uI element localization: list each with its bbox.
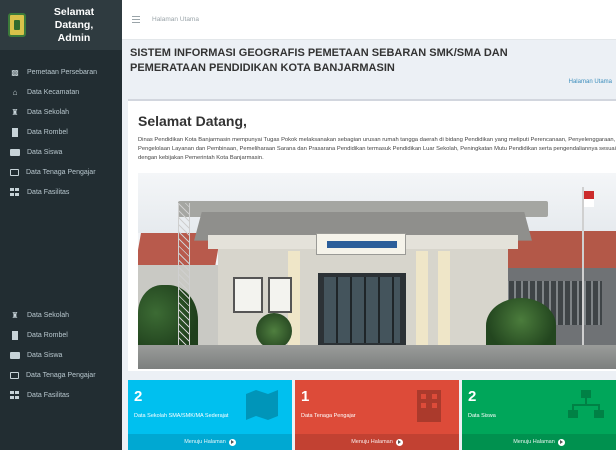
sidebar-item-data-sekolah-2[interactable]: ♜ Data Sekolah [0, 305, 122, 325]
sidebar-item-label: Pemetaan Persebaran [27, 68, 98, 76]
sidebar-menu-top: ▩ Pemetaan Persebaran ⌂ Data Kecamatan ♜… [0, 62, 122, 202]
photo-antenna-tower [178, 203, 190, 353]
building-icon [417, 390, 441, 422]
map-icon [246, 390, 278, 420]
sidebar-item-label: Data Siswa [27, 148, 63, 156]
sidebar-item-label: Data Rombel [27, 128, 68, 136]
sidebar-item-data-tenaga-pengajar-2[interactable]: Data Tenaga Pengajar [0, 365, 122, 385]
sidebar-item-label: Data Tenaga Pengajar [26, 168, 96, 176]
home-icon: ⌂ [12, 87, 18, 97]
sidebar-item-data-tenaga-pengajar[interactable]: Data Tenaga Pengajar [0, 162, 122, 182]
sidebar: Selamat Datang, Admin ▩ Pemetaan Perseba… [0, 0, 122, 450]
photo-plant [256, 313, 292, 349]
photo-flagpole [582, 187, 584, 357]
infobox-count: 1 [301, 388, 310, 405]
office-building-photo [138, 173, 616, 369]
school-icon: ♜ [11, 107, 19, 117]
sidebar-item-data-fasilitas-2[interactable]: Data Fasilitas [0, 385, 122, 405]
photo-office-sign [316, 233, 406, 255]
sidebar-item-data-sekolah[interactable]: ♜ Data Sekolah [0, 102, 122, 122]
sidebar-item-data-fasilitas[interactable]: Data Fasilitas [0, 182, 122, 202]
sidebar-item-label: Data Rombel [27, 331, 68, 339]
page-title-line-2: PEMERATAAN PENDIDIKAN KOTA BANJARMASIN [130, 62, 395, 74]
welcome-heading: Selamat Datang, [138, 113, 247, 129]
sidebar-item-data-siswa-2[interactable]: Data Siswa [0, 345, 122, 365]
teacher-icon [10, 371, 19, 379]
sidebar-item-label: Data Sekolah [27, 108, 70, 116]
brand-greeting: Selamat Datang, Admin [34, 6, 114, 45]
book-icon [12, 127, 18, 137]
photo-window [233, 277, 263, 313]
table-icon [10, 188, 19, 196]
infobox-label: Data Tenaga Pengajar [301, 413, 356, 419]
breadcrumb-home-link[interactable]: Halaman Utama [569, 79, 612, 85]
sidebar-item-data-rombel[interactable]: Data Rombel [0, 122, 122, 142]
infobox-siswa: 2 Data Siswa Menuju Halaman [462, 380, 616, 450]
page-title-line-1: SISTEM INFORMASI GEOGRAFIS PEMETAAN SEBA… [130, 47, 508, 59]
table-icon [10, 391, 19, 399]
infobox-link-label: Menuju Halaman [351, 439, 393, 445]
sidebar-menu-bottom: ♜ Data Sekolah Data Rombel Data Siswa Da… [0, 305, 122, 405]
school-icon: ♜ [11, 310, 19, 320]
photo-column [438, 251, 450, 347]
photo-window [268, 277, 292, 313]
arrow-circle-right-icon [557, 438, 565, 446]
arrow-circle-right-icon [228, 438, 236, 446]
infobox-count: 2 [468, 388, 477, 405]
arrow-circle-right-icon [395, 438, 403, 446]
infobox-link[interactable]: Menuju Halaman [295, 434, 459, 450]
infobox-tenaga-pengajar: 1 Data Tenaga Pengajar Menuju Halaman [295, 380, 459, 450]
sitemap-icon [568, 390, 604, 418]
sidebar-item-pemetaan-persebaran[interactable]: ▩ Pemetaan Persebaran [0, 62, 122, 82]
sidebar-item-label: Data Fasilitas [27, 188, 70, 196]
page-title: SISTEM INFORMASI GEOGRAFIS PEMETAAN SEBA… [130, 46, 530, 76]
book-icon [12, 330, 18, 340]
teacher-icon [10, 168, 19, 176]
photo-entrance-glass [324, 277, 400, 343]
infobox-label: Data Sekolah SMA/SMK/MA Sederajat [134, 413, 229, 419]
sidebar-item-data-siswa[interactable]: Data Siswa [0, 142, 122, 162]
infobox-link-label: Menuju Halaman [184, 439, 226, 445]
sidebar-item-data-kecamatan[interactable]: ⌂ Data Kecamatan [0, 82, 122, 102]
sidebar-item-label: Data Sekolah [27, 311, 70, 319]
infobox-link[interactable]: Menuju Halaman [128, 434, 292, 450]
sidebar-item-data-rombel-2[interactable]: Data Rombel [0, 325, 122, 345]
brand-line-1: Selamat Datang, [53, 5, 95, 31]
photo-ground [138, 345, 616, 369]
infobox-link[interactable]: Menuju Halaman [462, 434, 616, 450]
hamburger-menu-icon[interactable] [132, 16, 140, 23]
sidebar-item-label: Data Fasilitas [27, 391, 70, 399]
welcome-paragraph: Dinas Pendidikan Kota Banjarmasin mempun… [138, 137, 616, 161]
brand-line-2: Admin [57, 31, 91, 44]
infobox-link-label: Menuju Halaman [513, 439, 555, 445]
photo-column [416, 251, 428, 347]
infobox-label: Data Siswa [468, 413, 496, 419]
photo-flag [584, 191, 594, 207]
sidebar-item-label: Data Siswa [27, 351, 63, 359]
sidebar-item-label: Data Tenaga Pengajar [26, 371, 96, 379]
welcome-box: Selamat Datang, Dinas Pendidikan Kota Ba… [128, 99, 616, 371]
sidebar-item-label: Data Kecamatan [27, 88, 80, 96]
id-card-icon [10, 148, 20, 156]
infobox-sekolah: 2 Data Sekolah SMA/SMK/MA Sederajat Menu… [128, 380, 292, 450]
navbar-breadcrumb: Halaman Utama [152, 16, 199, 23]
photo-sign-lettering [327, 241, 397, 248]
sitemap-icon: ▩ [11, 67, 19, 77]
infobox-count: 2 [134, 388, 143, 405]
banjarmasin-emblem-icon [8, 13, 26, 37]
id-card-icon [10, 351, 20, 359]
top-navbar: Halaman Utama [122, 0, 616, 40]
sidebar-brand: Selamat Datang, Admin [0, 0, 122, 50]
